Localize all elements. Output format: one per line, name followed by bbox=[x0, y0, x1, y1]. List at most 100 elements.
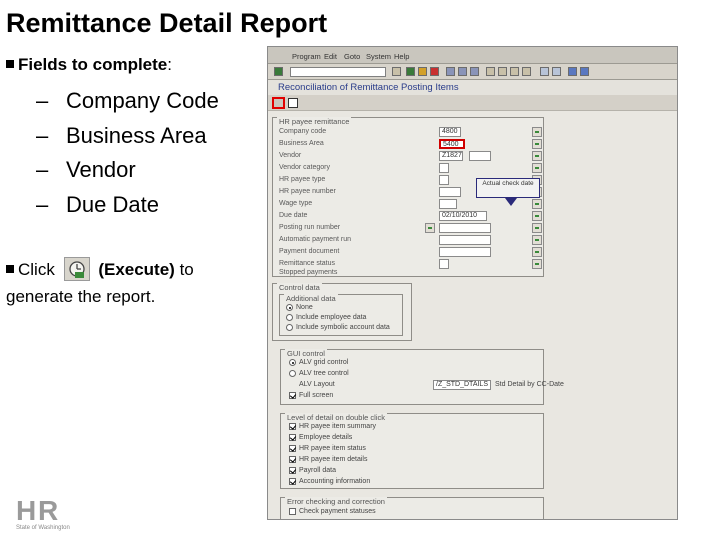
list-item: – Due Date bbox=[36, 188, 219, 223]
enter-icon[interactable] bbox=[274, 67, 283, 76]
check-item-summary[interactable] bbox=[289, 423, 296, 430]
checkbox-label: Employee details bbox=[299, 434, 353, 441]
last-page-icon[interactable] bbox=[522, 67, 531, 76]
checkbox-label: Accounting information bbox=[299, 478, 371, 485]
hr-payee-type-input[interactable] bbox=[439, 175, 449, 185]
dash: – bbox=[36, 191, 49, 217]
vendor-to-input[interactable] bbox=[469, 151, 491, 161]
help-icon[interactable] bbox=[568, 67, 577, 76]
multiple-selection-icon[interactable] bbox=[532, 247, 542, 257]
business-area-input[interactable]: 5400 bbox=[439, 139, 465, 149]
gui-control-group: GUI control ALV grid control ALV tree co… bbox=[280, 349, 564, 405]
bullet-square bbox=[6, 265, 14, 273]
radio-alv-tree[interactable] bbox=[289, 370, 296, 377]
checkbox-label: Payroll data bbox=[299, 467, 336, 474]
field-company-code: Company code 4800 bbox=[279, 127, 542, 137]
first-page-icon[interactable] bbox=[486, 67, 495, 76]
find-next-icon[interactable] bbox=[470, 67, 479, 76]
menu-system[interactable]: System bbox=[366, 52, 391, 61]
actual-check-date-callout: Actual check date bbox=[476, 178, 540, 198]
menu-edit[interactable]: Edit bbox=[324, 52, 337, 61]
radio-label: None bbox=[296, 304, 313, 311]
sap-window: Program Edit Goto System Help Reconcilia… bbox=[267, 46, 678, 520]
checkbox-label: HR payee item details bbox=[299, 456, 368, 463]
sap-standard-toolbar bbox=[268, 64, 677, 80]
field-posting-run-number: Posting run number bbox=[279, 223, 542, 233]
multiple-selection-icon[interactable] bbox=[532, 223, 542, 233]
list-item-text: Due Date bbox=[66, 191, 159, 217]
field-label: Stopped payments bbox=[279, 269, 338, 276]
multiple-selection-icon[interactable] bbox=[532, 199, 542, 209]
check-employee-details[interactable] bbox=[289, 434, 296, 441]
group-title: Control data bbox=[277, 283, 322, 292]
field-label: Wage type bbox=[279, 200, 313, 207]
menu-program[interactable]: Program bbox=[292, 52, 321, 61]
check-payroll-data[interactable] bbox=[289, 467, 296, 474]
save-icon[interactable] bbox=[392, 67, 401, 76]
field-label: Vendor category bbox=[279, 164, 330, 171]
multiple-selection-icon[interactable] bbox=[532, 151, 542, 161]
field-label: Automatic payment run bbox=[279, 236, 351, 243]
checkbox-label: Full screen bbox=[299, 392, 334, 399]
radio-employee-data[interactable] bbox=[286, 314, 293, 321]
search-help-icon[interactable] bbox=[425, 223, 435, 233]
info-icon[interactable] bbox=[288, 98, 298, 108]
list-item-text: Company Code bbox=[66, 88, 219, 113]
company-code-input[interactable]: 4800 bbox=[439, 127, 461, 137]
menu-help[interactable]: Help bbox=[394, 52, 409, 61]
menu-goto[interactable]: Goto bbox=[344, 52, 360, 61]
dash: – bbox=[36, 88, 49, 113]
new-session-icon[interactable] bbox=[540, 67, 549, 76]
wage-type-input[interactable] bbox=[439, 199, 457, 209]
due-date-input[interactable]: 02/10/2010 bbox=[439, 211, 487, 221]
layout-menu-icon[interactable] bbox=[580, 67, 589, 76]
multiple-selection-icon[interactable] bbox=[532, 139, 542, 149]
radio-symbolic-account[interactable] bbox=[286, 324, 293, 331]
multiple-selection-icon[interactable] bbox=[532, 127, 542, 137]
field-label: Due date bbox=[279, 212, 308, 219]
radio-label: ALV grid control bbox=[299, 359, 349, 366]
click-text: Click bbox=[18, 260, 55, 279]
click-text-line2: generate the report. bbox=[6, 287, 156, 306]
posting-run-number-input[interactable] bbox=[439, 223, 491, 233]
field-automatic-payment-run: Automatic payment run bbox=[279, 235, 542, 245]
group-title: Level of detail on double click bbox=[285, 413, 387, 422]
multiple-selection-icon[interactable] bbox=[532, 163, 542, 173]
check-item-details[interactable] bbox=[289, 456, 296, 463]
execute-icon bbox=[63, 257, 90, 281]
vendor-input[interactable]: Z1827 bbox=[439, 151, 463, 161]
shortcut-icon[interactable] bbox=[552, 67, 561, 76]
back-icon[interactable] bbox=[406, 67, 415, 76]
next-page-icon[interactable] bbox=[510, 67, 519, 76]
previous-page-icon[interactable] bbox=[498, 67, 507, 76]
multiple-selection-icon[interactable] bbox=[532, 235, 542, 245]
check-item-status[interactable] bbox=[289, 445, 296, 452]
group-title: Additional data bbox=[284, 294, 338, 303]
field-label: Vendor bbox=[279, 152, 302, 159]
list-item: – Business Area bbox=[36, 119, 219, 154]
check-payment-statuses[interactable] bbox=[289, 508, 296, 515]
field-stopped-payments: Stopped payments bbox=[279, 268, 539, 278]
screen-title: Reconciliation of Remittance Posting Ite… bbox=[278, 82, 459, 93]
full-screen-checkbox[interactable] bbox=[289, 392, 296, 399]
payment-document-input[interactable] bbox=[439, 247, 491, 257]
checkbox-label: Check payment statuses bbox=[299, 508, 376, 515]
check-accounting-info[interactable] bbox=[289, 478, 296, 485]
radio-alv-grid[interactable] bbox=[289, 359, 296, 366]
vendor-category-input[interactable] bbox=[439, 163, 449, 173]
print-icon[interactable] bbox=[446, 67, 455, 76]
alv-layout-input[interactable]: /Z_STD_DTAILS bbox=[433, 380, 491, 390]
radio-none[interactable] bbox=[286, 304, 293, 311]
field-label: Company code bbox=[279, 128, 327, 135]
cancel-icon[interactable] bbox=[430, 67, 439, 76]
control-data-group: Control data Additional data None Includ… bbox=[272, 283, 412, 341]
checkbox-label: HR payee item summary bbox=[299, 423, 377, 430]
hr-payee-number-input[interactable] bbox=[439, 187, 461, 197]
command-field[interactable] bbox=[290, 67, 386, 77]
exit-icon[interactable] bbox=[418, 67, 427, 76]
execute-button[interactable] bbox=[272, 97, 285, 109]
automatic-payment-run-input[interactable] bbox=[439, 235, 491, 245]
find-icon[interactable] bbox=[458, 67, 467, 76]
checkbox-label: HR payee item status bbox=[299, 445, 366, 452]
multiple-selection-icon[interactable] bbox=[532, 211, 542, 221]
